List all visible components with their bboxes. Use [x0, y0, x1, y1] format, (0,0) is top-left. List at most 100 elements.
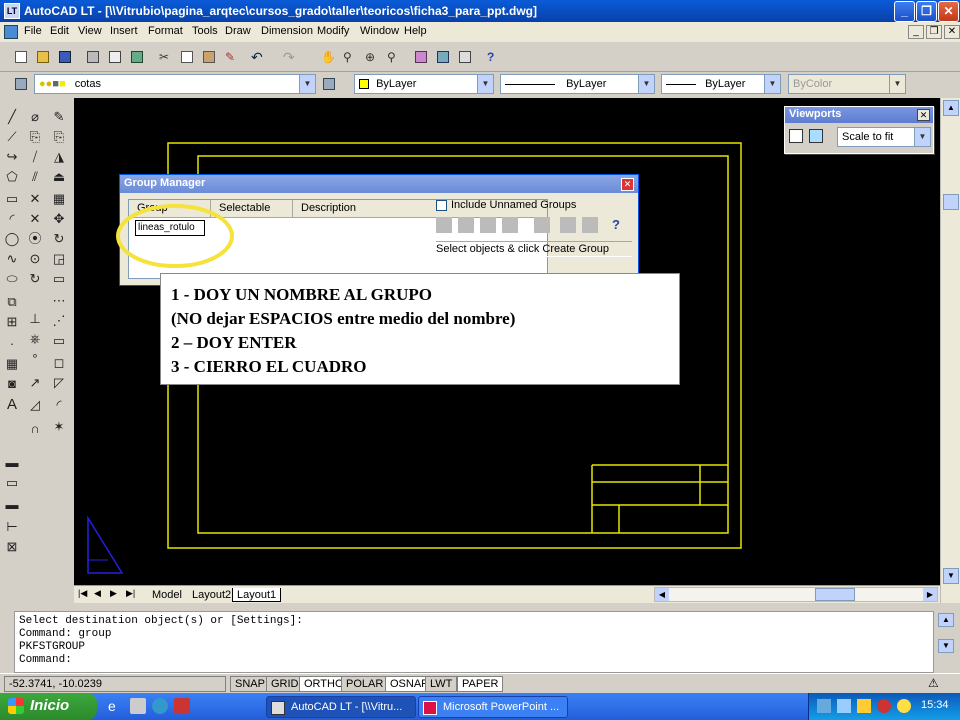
open-icon[interactable] — [34, 48, 52, 66]
pan-icon[interactable]: ✋ — [318, 48, 336, 66]
polyline-icon[interactable]: ↪ — [3, 148, 21, 166]
rotate-icon[interactable]: ⦿ — [26, 230, 44, 248]
chevron-down-icon[interactable]: ▼ — [299, 75, 315, 93]
cut-icon[interactable]: ✂ — [156, 48, 174, 66]
command-prompt[interactable]: Command: — [19, 654, 929, 667]
add-to-group-icon[interactable] — [480, 217, 496, 233]
chevron-down-icon[interactable]: ▼ — [477, 75, 493, 93]
join-icon[interactable]: ↗ — [26, 374, 44, 392]
hatch-icon[interactable]: ▦ — [3, 355, 21, 373]
zoom-window-icon[interactable]: ⊕ — [362, 48, 380, 66]
menu-help[interactable]: Help — [404, 25, 427, 37]
tab-layout2[interactable]: Layout2 — [188, 588, 235, 602]
extend-icon[interactable]: ⎈ — [26, 330, 44, 348]
scroll-down-icon[interactable]: ▼ — [938, 639, 954, 653]
doc-minimize-button[interactable]: _ — [908, 25, 924, 39]
media-player-icon[interactable] — [152, 698, 168, 714]
doc-close-button[interactable]: ✕ — [944, 25, 960, 39]
copy-tool-icon[interactable]: ⎘ — [50, 128, 68, 146]
deselect-group-icon[interactable] — [582, 217, 598, 233]
polygon-icon[interactable]: ⬠ — [3, 168, 21, 186]
fillet-tool-icon[interactable]: ◜ — [50, 396, 68, 414]
arc-icon[interactable]: ◜ — [3, 210, 21, 228]
tab-model[interactable]: Model — [148, 588, 186, 602]
horizontal-scrollbar[interactable]: ◀ ▶ — [654, 587, 938, 602]
match-properties-icon[interactable]: ✎ — [222, 48, 240, 66]
menu-insert[interactable]: Insert — [110, 25, 138, 37]
layers-icon[interactable] — [12, 75, 30, 93]
menu-draw[interactable]: Draw — [225, 25, 251, 37]
spline-icon[interactable]: ∿ — [3, 250, 21, 268]
menu-file[interactable]: File — [24, 25, 42, 37]
paper-toggle[interactable]: PAPER — [457, 676, 504, 692]
ungroup-icon[interactable] — [458, 217, 474, 233]
circle-icon[interactable]: ◯ — [3, 230, 21, 248]
rotate-tool-icon[interactable]: ↻ — [50, 230, 68, 248]
last-tab-icon[interactable]: ▶| — [126, 588, 135, 599]
viewport-scale-combo[interactable]: Scale to fit ▼ — [837, 127, 931, 147]
mirror-icon[interactable]: ⧸ — [26, 148, 44, 166]
vertical-scrollbar[interactable]: ▲ ▼ — [940, 98, 960, 603]
chevron-down-icon[interactable]: ▼ — [638, 75, 654, 93]
volume-icon[interactable] — [857, 699, 871, 713]
offset-tool-icon[interactable]: ⏏ — [50, 168, 68, 186]
dim-style-icon[interactable]: ⊠ — [3, 538, 21, 556]
break-tool-icon[interactable]: ◻ — [50, 354, 68, 372]
scroll-left-icon[interactable]: ◀ — [655, 588, 669, 601]
plot-preview-icon[interactable] — [106, 48, 124, 66]
pdf-icon[interactable] — [174, 698, 190, 714]
command-history[interactable]: Select destination object(s) or [Setting… — [14, 611, 934, 673]
chevron-down-icon[interactable]: ▼ — [914, 128, 930, 146]
region-icon[interactable]: ◙ — [3, 375, 21, 393]
move-tool-icon[interactable]: ✥ — [50, 210, 68, 228]
task-autocad[interactable]: AutoCAD LT - [\\Vitru... — [266, 696, 416, 718]
stretch-tool-icon[interactable]: ▭ — [50, 270, 68, 288]
viewport-polygon-icon[interactable] — [809, 129, 823, 143]
messenger-icon[interactable] — [897, 699, 911, 713]
explode-icon[interactable]: ✶ — [50, 418, 68, 436]
insert-block-icon[interactable]: ⧉ — [3, 293, 21, 311]
remove-from-group-icon[interactable] — [502, 217, 518, 233]
close-button[interactable]: ✕ — [938, 1, 959, 22]
display-icon[interactable] — [837, 699, 851, 713]
copy-object-icon[interactable]: ⎘ — [26, 128, 44, 146]
chamfer-icon[interactable]: ◿ — [26, 396, 44, 414]
pencil-icon[interactable]: ✎ — [50, 108, 68, 126]
network-icon[interactable] — [817, 699, 831, 713]
grid-toggle[interactable]: GRID — [266, 676, 304, 692]
layer-combo[interactable]: ●●■■ cotas ▼ — [34, 74, 316, 94]
menu-format[interactable]: Format — [148, 25, 183, 37]
viewport-single-icon[interactable] — [789, 129, 803, 143]
move-icon[interactable]: ✕ — [26, 210, 44, 228]
lwt-toggle[interactable]: LWT — [425, 676, 458, 692]
make-current-layer-icon[interactable] — [320, 75, 338, 93]
zoom-previous-icon[interactable]: ⚲ — [384, 48, 402, 66]
save-icon[interactable] — [56, 48, 74, 66]
point-icon[interactable]: · — [3, 335, 21, 353]
undo-icon[interactable]: ↶ — [248, 48, 266, 66]
scale-icon[interactable]: ⊙ — [26, 250, 44, 268]
scroll-thumb[interactable] — [943, 194, 959, 210]
color-combo[interactable]: ByLayer ▼ — [354, 74, 494, 94]
scale-tool-icon[interactable]: ◲ — [50, 250, 68, 268]
ie-icon[interactable]: e — [108, 698, 124, 714]
print-icon[interactable] — [84, 48, 102, 66]
menu-view[interactable]: View — [78, 25, 102, 37]
lineweight-combo[interactable]: ByLayer ▼ — [661, 74, 781, 94]
restore-button[interactable]: ❐ — [916, 1, 937, 22]
task-powerpoint[interactable]: Microsoft PowerPoint ... — [418, 696, 568, 718]
dim-baseline-icon[interactable]: ▬ — [3, 496, 21, 514]
security-icon[interactable] — [877, 699, 891, 713]
trim-tool-icon[interactable]: ⋰ — [50, 312, 68, 330]
minimize-button[interactable]: _ — [894, 1, 915, 22]
menu-window[interactable]: Window — [360, 25, 399, 37]
next-tab-icon[interactable]: ▶ — [110, 588, 117, 599]
snap-toggle[interactable]: SNAP — [230, 676, 270, 692]
trim-icon[interactable]: ⊥ — [26, 310, 44, 328]
menu-edit[interactable]: Edit — [50, 25, 69, 37]
dim-linear-icon[interactable]: ▬ — [3, 454, 21, 472]
make-block-icon[interactable]: ⊞ — [3, 313, 21, 331]
lengthen-icon[interactable]: ⋯ — [50, 292, 68, 310]
menu-tools[interactable]: Tools — [192, 25, 218, 37]
scroll-right-icon[interactable]: ▶ — [923, 588, 937, 601]
